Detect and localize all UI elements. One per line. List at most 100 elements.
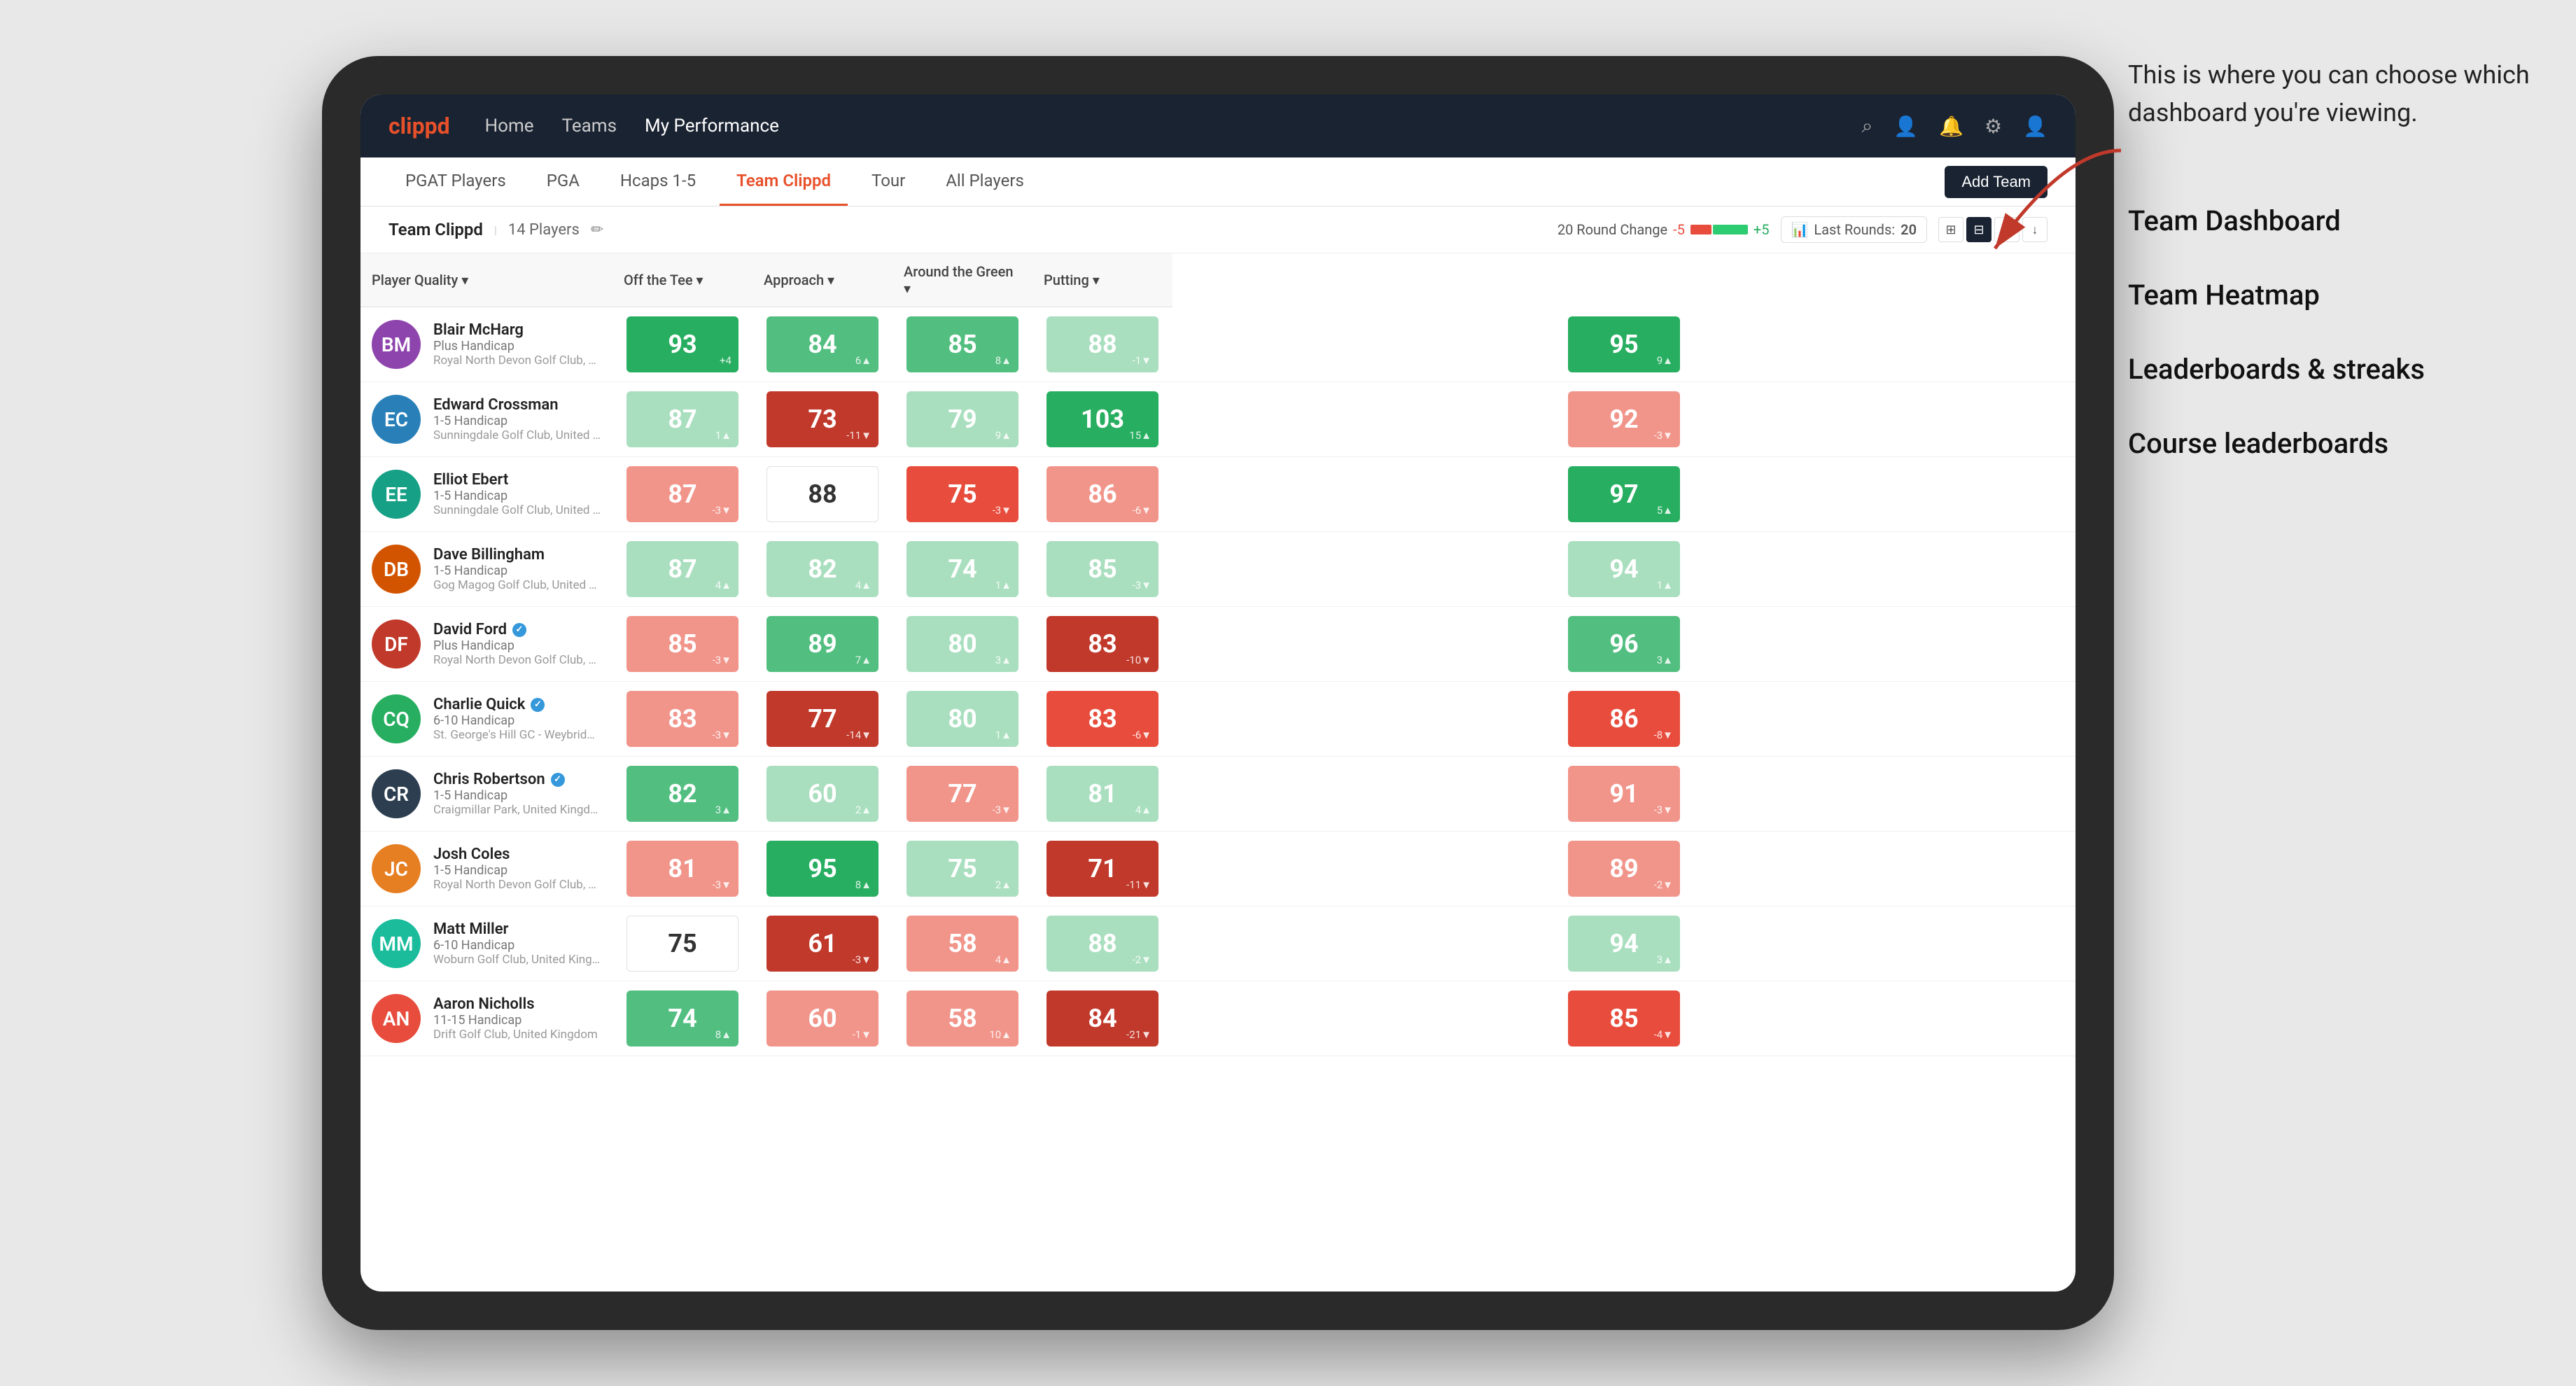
bell-icon[interactable]: 🔔 [1939, 115, 1963, 138]
score-change: -2▼ [1133, 953, 1152, 966]
tab-hcaps[interactable]: Hcaps 1-5 [603, 158, 713, 206]
player-cell[interactable]: DB Dave Billingham 1-5 Handicap Gog Mago… [360, 532, 612, 607]
score-value: 80 [948, 631, 976, 657]
score-cell: 89 -2▼ [1172, 832, 2076, 906]
download-btn[interactable]: ↓ [2022, 217, 2047, 242]
score-box: 93 +4 [626, 316, 738, 372]
player-cell[interactable]: CR Chris Robertson ✓ 1-5 Handicap Craigm… [360, 757, 612, 832]
score-box: 81 -3▼ [626, 841, 738, 897]
score-box: 88 -1▼ [1046, 316, 1158, 372]
score-value: 92 [1609, 407, 1638, 432]
score-box: 83 -3▼ [626, 691, 738, 747]
add-team-button[interactable]: Add Team [1945, 166, 2047, 198]
player-cell[interactable]: DF David Ford ✓ Plus Handicap Royal Nort… [360, 607, 612, 682]
score-change: 2▲ [995, 878, 1011, 891]
nav-teams[interactable]: Teams [562, 115, 617, 136]
score-change: -3▼ [1654, 804, 1673, 816]
score-cell: 86 -8▼ [1172, 682, 2076, 757]
player-name: David Ford ✓ [433, 621, 601, 638]
player-handicap: 1-5 Handicap [433, 489, 601, 503]
score-box: 88 [766, 466, 878, 522]
option-team-heatmap[interactable]: Team Heatmap [2128, 276, 2534, 315]
score-box: 74 8▲ [626, 990, 738, 1046]
table-row: JC Josh Coles 1-5 Handicap Royal North D… [360, 832, 2076, 906]
search-icon[interactable]: ⌕ [1862, 114, 1873, 138]
score-value: 86 [1609, 706, 1638, 732]
navbar-nav: Home Teams My Performance [485, 115, 1862, 136]
col-off-tee: Off the Tee ▾ [612, 253, 752, 307]
score-box: 84 -21▼ [1046, 990, 1158, 1046]
score-box: 81 4▲ [1046, 766, 1158, 822]
score-cell: 83 -10▼ [1032, 607, 1172, 682]
score-change: 6▲ [855, 354, 872, 367]
avatar: AN [372, 994, 421, 1043]
tab-team-clippd[interactable]: Team Clippd [720, 158, 848, 206]
score-box: 83 -10▼ [1046, 616, 1158, 672]
tab-tour[interactable]: Tour [855, 158, 922, 206]
edit-icon[interactable]: ✏ [591, 221, 603, 239]
score-box: 77 -14▼ [766, 691, 878, 747]
score-value: 83 [1088, 631, 1116, 657]
score-value: 93 [668, 332, 696, 357]
player-cell[interactable]: MM Matt Miller 6-10 Handicap Woburn Golf… [360, 906, 612, 981]
player-handicap: 1-5 Handicap [433, 414, 601, 428]
avatar: DF [372, 620, 421, 668]
tab-pgat-players[interactable]: PGAT Players [388, 158, 523, 206]
score-value: 95 [808, 856, 836, 881]
user-icon[interactable]: 👤 [1893, 115, 1918, 138]
score-value: 84 [1088, 1006, 1116, 1031]
score-change: -10▼ [1126, 654, 1152, 666]
score-value: 80 [948, 706, 976, 732]
player-cell[interactable]: AN Aaron Nicholls 11-15 Handicap Drift G… [360, 981, 612, 1056]
score-value: 91 [1609, 781, 1638, 806]
score-change: 9▲ [1657, 354, 1673, 367]
score-change: 1▲ [1657, 579, 1673, 592]
score-box: 88 -2▼ [1046, 916, 1158, 972]
option-leaderboards[interactable]: Leaderboards & streaks [2128, 350, 2534, 389]
player-cell[interactable]: CQ Charlie Quick ✓ 6-10 Handicap St. Geo… [360, 682, 612, 757]
col-around-green: Around the Green ▾ [892, 253, 1032, 307]
change-bar [1690, 225, 1748, 234]
player-cell[interactable]: JC Josh Coles 1-5 Handicap Royal North D… [360, 832, 612, 906]
score-value: 58 [948, 1006, 976, 1031]
score-cell: 88 [752, 457, 892, 532]
nav-home[interactable]: Home [485, 115, 534, 136]
verified-icon: ✓ [531, 698, 545, 712]
player-cell[interactable]: BM Blair McHarg Plus Handicap Royal Nort… [360, 307, 612, 382]
app-logo[interactable]: clippd [388, 113, 450, 139]
grid-view-btn[interactable]: ⊞ [1938, 217, 1963, 242]
score-cell: 87 1▲ [612, 382, 752, 457]
score-box: 74 1▲ [906, 541, 1018, 597]
score-value: 74 [668, 1006, 696, 1031]
player-cell[interactable]: EC Edward Crossman 1-5 Handicap Sunningd… [360, 382, 612, 457]
score-value: 85 [1088, 556, 1116, 582]
score-value: 85 [668, 631, 696, 657]
score-change: 1▲ [715, 429, 732, 442]
last-rounds-selector[interactable]: 📊 Last Rounds: 20 [1781, 216, 1928, 243]
avatar-icon[interactable]: 👤 [2023, 115, 2047, 138]
player-name: Edward Crossman [433, 396, 601, 414]
option-course-leaderboards[interactable]: Course leaderboards [2128, 424, 2534, 463]
score-box: 92 -3▼ [1568, 391, 1680, 447]
score-cell: 61 -3▼ [752, 906, 892, 981]
player-name: Blair McHarg [433, 321, 601, 339]
settings-icon[interactable]: ⚙ [1984, 115, 2002, 138]
player-club: Craigmillar Park, United Kingdom [433, 803, 601, 817]
navbar: clippd Home Teams My Performance ⌕ 👤 🔔 ⚙… [360, 94, 2076, 158]
player-cell[interactable]: EE Elliot Ebert 1-5 Handicap Sunningdale… [360, 457, 612, 532]
player-handicap: Plus Handicap [433, 638, 601, 653]
tab-pga[interactable]: PGA [530, 158, 596, 206]
heatmap-view-btn[interactable]: ⊟ [1966, 217, 1991, 242]
score-box: 60 2▲ [766, 766, 878, 822]
score-box: 95 9▲ [1568, 316, 1680, 372]
avatar: CR [372, 769, 421, 818]
score-value: 79 [948, 407, 976, 432]
score-change: -6▼ [1133, 504, 1152, 517]
list-view-btn[interactable]: ≡ [1994, 217, 2019, 242]
nav-my-performance[interactable]: My Performance [645, 115, 779, 136]
score-value: 84 [808, 332, 836, 357]
player-handicap: 11-15 Handicap [433, 1013, 598, 1028]
tab-all-players[interactable]: All Players [929, 158, 1041, 206]
score-cell: 71 -11▼ [1032, 832, 1172, 906]
option-team-dashboard[interactable]: Team Dashboard [2128, 202, 2534, 241]
